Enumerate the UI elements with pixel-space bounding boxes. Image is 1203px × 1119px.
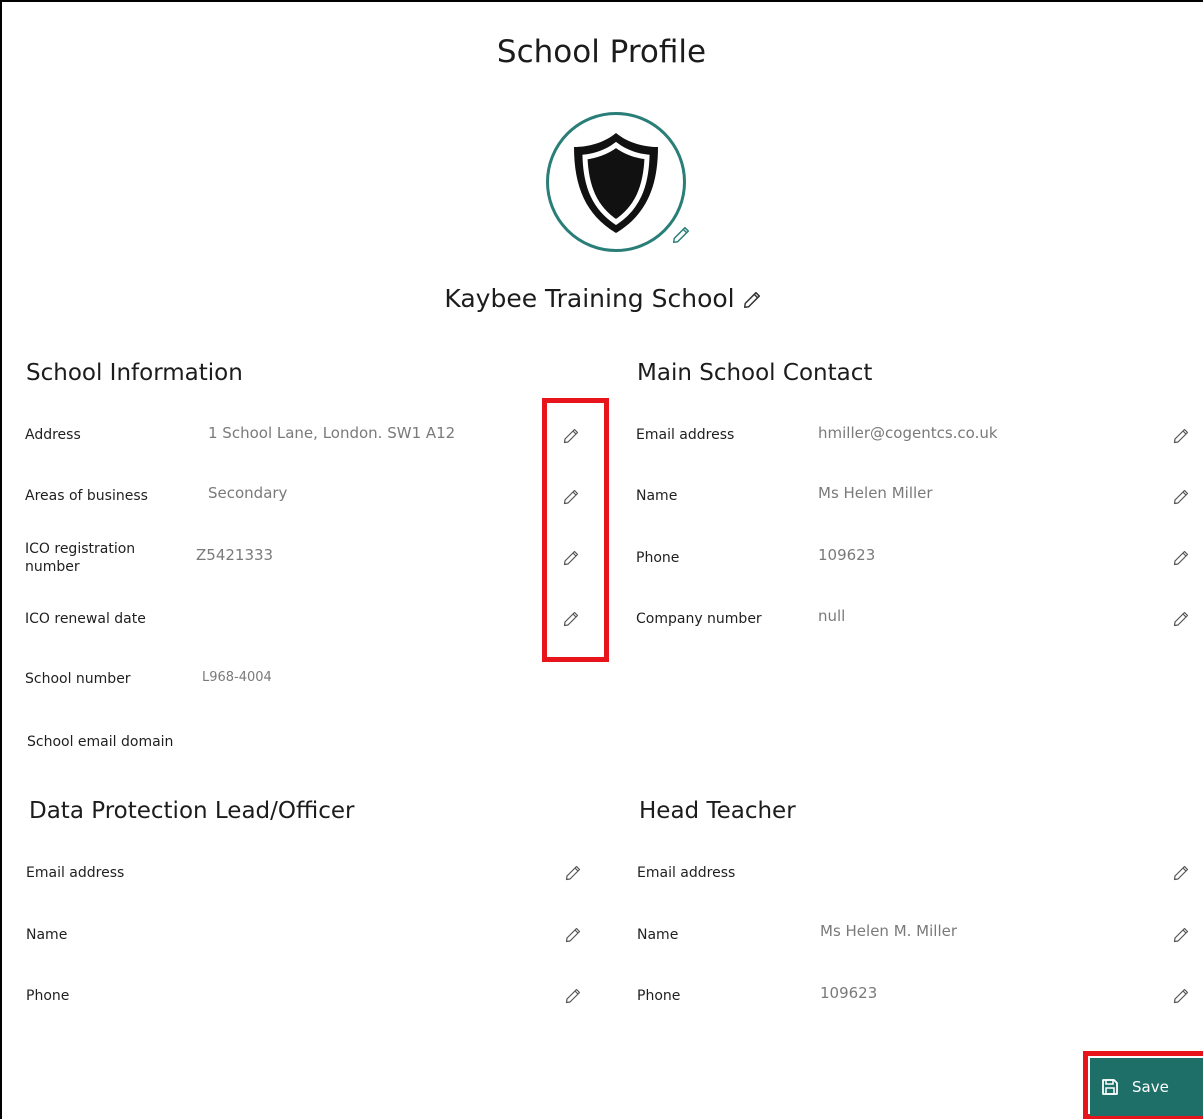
address-value: 1 School Lane, London. SW1 A12 — [208, 424, 456, 442]
edit-head-teacher-name-pencil-icon[interactable] — [1173, 927, 1189, 943]
school-number-label: School number — [25, 671, 131, 687]
areas-of-business-label: Areas of business — [25, 488, 148, 504]
page-title: School Profile — [496, 34, 707, 70]
contact-phone-value: 109623 — [818, 546, 876, 564]
floppy-disk-icon — [1102, 1079, 1118, 1095]
edit-head-teacher-phone-pencil-icon[interactable] — [1173, 988, 1189, 1004]
contact-email-label: Email address — [636, 427, 735, 443]
school-logo — [546, 112, 686, 252]
school-information-heading: School Information — [26, 360, 243, 386]
dpo-phone-label: Phone — [26, 988, 70, 1004]
edit-company-number-pencil-icon[interactable] — [1173, 611, 1189, 627]
contact-email-value: hmiller@cogentcs.co.uk — [818, 424, 998, 442]
company-number-value: null — [818, 607, 846, 625]
dpo-email-label: Email address — [26, 865, 125, 881]
head-teacher-phone-label: Phone — [637, 988, 681, 1004]
edit-school-name-pencil-icon[interactable] — [743, 291, 760, 308]
school-name: Kaybee Training School — [444, 284, 735, 313]
areas-of-business-value: Secondary — [208, 484, 288, 502]
save-label: Save — [1132, 1078, 1169, 1096]
edit-contact-name-pencil-icon[interactable] — [1173, 489, 1189, 505]
contact-name-label: Name — [636, 488, 678, 504]
save-button[interactable]: Save — [1090, 1058, 1203, 1116]
ico-registration-number-value: Z5421333 — [196, 546, 274, 564]
edit-dpo-phone-pencil-icon[interactable] — [565, 988, 581, 1004]
school-name-row: Kaybee Training School — [0, 284, 1203, 313]
head-teacher-heading: Head Teacher — [639, 798, 796, 824]
company-number-label: Company number — [636, 611, 762, 627]
school-email-domain-label: School email domain — [27, 734, 174, 750]
school-number-value: L968-4004 — [202, 670, 272, 685]
edit-head-teacher-email-pencil-icon[interactable] — [1173, 865, 1189, 881]
ico-registration-number-label: ICO registration number — [25, 541, 136, 575]
contact-phone-label: Phone — [636, 550, 680, 566]
dpo-heading: Data Protection Lead/Officer — [29, 798, 355, 824]
head-teacher-email-label: Email address — [637, 865, 736, 881]
address-label: Address — [25, 427, 81, 443]
highlight-box — [542, 398, 609, 662]
head-teacher-name-value: Ms Helen M. Miller — [820, 922, 958, 940]
head-teacher-name-label: Name — [637, 927, 679, 943]
dpo-name-label: Name — [26, 927, 68, 943]
main-school-contact-heading: Main School Contact — [637, 360, 873, 386]
contact-name-value: Ms Helen Miller — [818, 484, 933, 502]
head-teacher-phone-value: 109623 — [820, 984, 878, 1002]
edit-logo-pencil-icon[interactable] — [672, 226, 690, 244]
shield-icon — [574, 133, 658, 233]
edit-dpo-email-pencil-icon[interactable] — [565, 865, 581, 881]
edit-contact-phone-pencil-icon[interactable] — [1173, 550, 1189, 566]
edit-dpo-name-pencil-icon[interactable] — [565, 927, 581, 943]
edit-contact-email-pencil-icon[interactable] — [1173, 428, 1189, 444]
ico-renewal-date-label: ICO renewal date — [25, 611, 146, 627]
